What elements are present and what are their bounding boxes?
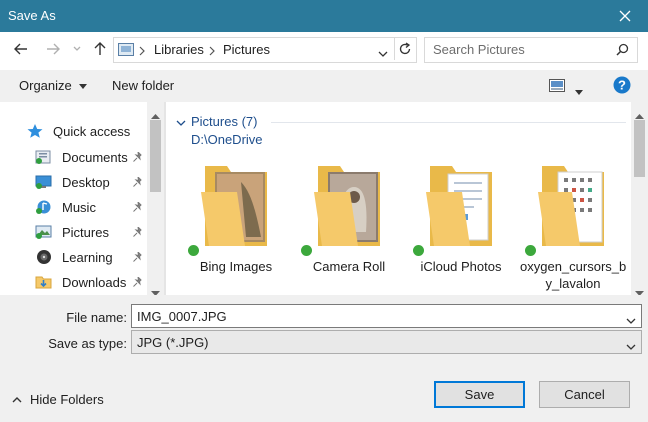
group-divider [271, 122, 626, 123]
cancel-button[interactable]: Cancel [539, 381, 630, 408]
sync-check-icon [525, 245, 536, 256]
nav-item-label: Music [62, 199, 96, 215]
breadcrumb-pictures[interactable]: Pictures [223, 42, 270, 57]
folder-name-line-1: oxygen_cursors_b [520, 259, 627, 274]
view-options-icon[interactable] [549, 79, 565, 95]
nav-item-learning[interactable]: Learning [35, 246, 142, 268]
nav-item-downloads[interactable]: Downloads [35, 271, 142, 293]
command-toolbar: Organize New folder ? [0, 70, 648, 102]
search-input[interactable]: Search Pictures [424, 37, 638, 63]
save-as-type-label: Save as type: [48, 336, 127, 351]
file-name-value: IMG_0007.JPG [137, 309, 227, 324]
folder-name: Camera Roll [312, 259, 386, 274]
back-arrow-icon[interactable] [10, 38, 32, 60]
sync-check-icon [301, 245, 312, 256]
folder-documents-icon [426, 166, 492, 246]
group-path: D:\OneDrive [191, 132, 263, 147]
folder-name-line-2: y_lavalon [545, 276, 601, 291]
sync-check-icon [188, 245, 199, 256]
close-icon[interactable] [602, 0, 648, 32]
title-bar: Save As [0, 0, 648, 32]
organize-label: Organize [19, 78, 72, 93]
file-name-dropdown-icon[interactable] [626, 313, 636, 328]
search-icon[interactable] [616, 43, 629, 59]
pin-icon[interactable] [133, 277, 143, 287]
new-folder-button[interactable]: New folder [112, 78, 174, 93]
save-as-type-select[interactable]: JPG (*.JPG) [131, 330, 642, 354]
pin-icon[interactable] [133, 152, 143, 162]
view-dropdown-icon[interactable] [575, 83, 583, 98]
file-name-input[interactable]: IMG_0007.JPG [131, 304, 642, 328]
organize-dropdown-icon [79, 84, 88, 90]
folder-name: Bing Images [199, 259, 273, 274]
file-name-label: File name: [66, 310, 127, 325]
folder-item[interactable]: oxygen_cursors_b y_lavalon [520, 162, 626, 292]
sync-check-icon [413, 245, 424, 256]
collapse-chevron-icon[interactable] [176, 115, 186, 130]
nav-item-label: Downloads [62, 274, 127, 290]
navigation-pane: Quick access Documents Desktop Music Pic… [0, 102, 163, 295]
folder-item[interactable]: Bing Images [183, 162, 289, 292]
address-divider [394, 38, 395, 60]
learning-folder-icon [37, 250, 51, 264]
library-pictures-icon [118, 43, 134, 59]
save-options-panel: File name: IMG_0007.JPG Save as type: JP… [0, 295, 648, 422]
folder-item[interactable]: Camera Roll [296, 162, 402, 292]
folder-documents-icon [538, 166, 604, 246]
forward-arrow-icon[interactable] [42, 38, 64, 60]
desktop-icon [35, 175, 52, 189]
folder-photos-icon [314, 166, 380, 246]
nav-scrollbar[interactable] [147, 102, 164, 296]
search-placeholder: Search Pictures [433, 42, 525, 57]
music-icon [36, 200, 51, 214]
nav-item-label: Learning [62, 249, 113, 265]
nav-scrollbar-thumb[interactable] [150, 120, 161, 192]
file-list: Pictures (7) D:\OneDrive Bing Images Cam… [167, 102, 631, 295]
hide-folders-label: Hide Folders [30, 392, 104, 407]
nav-item-label: Desktop [62, 174, 110, 190]
nav-item-desktop[interactable]: Desktop [35, 171, 142, 193]
folder-name: iCloud Photos [420, 259, 502, 274]
pin-icon[interactable] [133, 202, 143, 212]
nav-item-label: Quick access [53, 123, 131, 139]
recent-dropdown-icon[interactable] [66, 38, 88, 60]
save-as-type-dropdown-icon[interactable] [626, 339, 636, 354]
content-scrollbar[interactable] [631, 102, 648, 296]
chevron-up-icon [12, 397, 22, 403]
help-icon[interactable]: ? [613, 76, 631, 97]
nav-item-pictures[interactable]: Pictures [35, 221, 142, 243]
nav-item-documents[interactable]: Documents [35, 146, 142, 168]
window-title: Save As [8, 8, 56, 23]
nav-item-label: Pictures [62, 224, 109, 240]
pin-icon[interactable] [133, 177, 143, 187]
folder-photos-icon [201, 166, 267, 246]
documents-folder-icon [35, 150, 51, 164]
nav-item-music[interactable]: Music [35, 196, 142, 218]
folder-item[interactable]: iCloud Photos [408, 162, 514, 292]
breadcrumb-separator-icon [209, 44, 215, 59]
save-as-type-value: JPG (*.JPG) [137, 335, 209, 350]
pin-icon[interactable] [133, 227, 143, 237]
nav-item-label: Documents [62, 149, 128, 165]
breadcrumb-libraries[interactable]: Libraries [154, 42, 204, 57]
hide-folders-button[interactable]: Hide Folders [12, 392, 104, 407]
up-arrow-icon[interactable] [89, 38, 111, 60]
nav-item-quick-access[interactable]: Quick access [26, 120, 130, 142]
star-icon [27, 124, 43, 138]
save-button[interactable]: Save [434, 381, 525, 408]
folder-name: oxygen_cursors_b y_lavalon [520, 258, 626, 292]
pictures-icon [35, 225, 52, 239]
pane-divider[interactable] [164, 102, 166, 295]
downloads-icon [35, 276, 52, 289]
refresh-icon[interactable] [398, 42, 412, 59]
group-title[interactable]: Pictures (7) [191, 114, 257, 129]
organize-button[interactable]: Organize [19, 78, 88, 93]
svg-text:?: ? [618, 78, 626, 93]
address-bar[interactable]: Libraries Pictures [113, 37, 417, 63]
address-dropdown-icon[interactable] [378, 46, 388, 61]
breadcrumb-separator-icon [139, 44, 145, 59]
content-scrollbar-thumb[interactable] [634, 120, 645, 177]
pin-icon[interactable] [133, 252, 143, 262]
